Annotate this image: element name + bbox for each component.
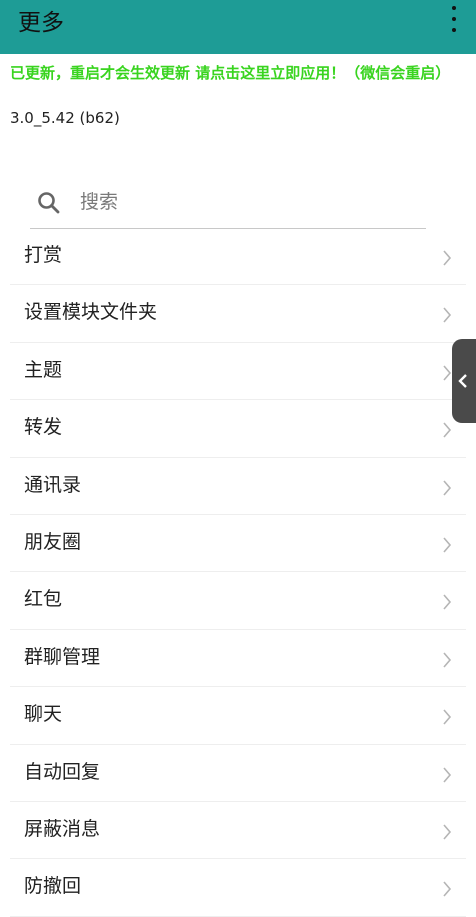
- update-notice[interactable]: 已更新，重启才会生效更新 请点击这里立即应用！（微信会重启）: [10, 62, 460, 84]
- search-icon: [38, 192, 60, 214]
- chevron-right-icon: [443, 594, 452, 610]
- chevron-right-icon: [443, 537, 452, 553]
- chevron-right-icon: [443, 365, 452, 381]
- chevron-right-icon: [443, 881, 452, 897]
- menu-item-theme[interactable]: 主题: [10, 343, 466, 401]
- menu-item-red-packet[interactable]: 红包: [10, 572, 466, 630]
- chevron-right-icon: [443, 709, 452, 725]
- menu-item-label: 通讯录: [24, 473, 82, 496]
- menu-item-label: 红包: [24, 588, 63, 611]
- menu-item-module-folder[interactable]: 设置模块文件夹: [10, 285, 466, 343]
- menu-item-label: 打赏: [24, 244, 63, 266]
- search-bar[interactable]: [30, 180, 426, 229]
- menu-item-label: 群聊管理: [24, 645, 101, 668]
- menu-item-moments[interactable]: 朋友圈: [10, 515, 466, 573]
- chevron-right-icon: [443, 480, 452, 496]
- menu-item-anti-recall[interactable]: 防撤回: [10, 859, 466, 917]
- menu-item-label: 设置模块文件夹: [24, 301, 158, 324]
- menu-item-label: 主题: [24, 358, 63, 381]
- chevron-right-icon: [443, 824, 452, 840]
- chevron-right-icon: [443, 250, 452, 266]
- page-title: 更多: [18, 10, 64, 36]
- chevron-right-icon: [443, 307, 452, 323]
- chevron-right-icon: [443, 422, 452, 438]
- menu-item-auto-reply[interactable]: 自动回复: [10, 745, 466, 802]
- chevron-left-icon: [458, 374, 467, 388]
- menu-item-label: 聊天: [24, 703, 63, 726]
- menu-item-label: 朋友圈: [24, 530, 82, 553]
- menu-item-chat[interactable]: 聊天: [10, 687, 466, 745]
- menu-item-label: 屏蔽消息: [24, 817, 101, 840]
- settings-menu: 打赏 设置模块文件夹 主题 转发 通讯录 朋友圈 红包 群聊管理 聊天 自动回复…: [10, 228, 466, 917]
- menu-item-label: 防撤回: [24, 875, 82, 898]
- menu-item-group-chat-manage[interactable]: 群聊管理: [10, 630, 466, 688]
- side-drawer-handle[interactable]: [452, 339, 476, 423]
- menu-item-forward[interactable]: 转发: [10, 400, 466, 458]
- version-text: 3.0_5.42 (b62): [10, 109, 120, 127]
- chevron-right-icon: [443, 652, 452, 668]
- menu-item-label: 转发: [24, 416, 63, 439]
- more-vert-icon[interactable]: [446, 6, 462, 32]
- app-bar: 更多: [0, 0, 476, 54]
- chevron-right-icon: [443, 766, 452, 783]
- menu-item-label: 自动回复: [24, 760, 101, 783]
- search-input[interactable]: [78, 186, 412, 218]
- menu-item-contacts[interactable]: 通讯录: [10, 458, 466, 515]
- menu-item-block-messages[interactable]: 屏蔽消息: [10, 802, 466, 860]
- menu-item-donate[interactable]: 打赏: [10, 228, 466, 286]
